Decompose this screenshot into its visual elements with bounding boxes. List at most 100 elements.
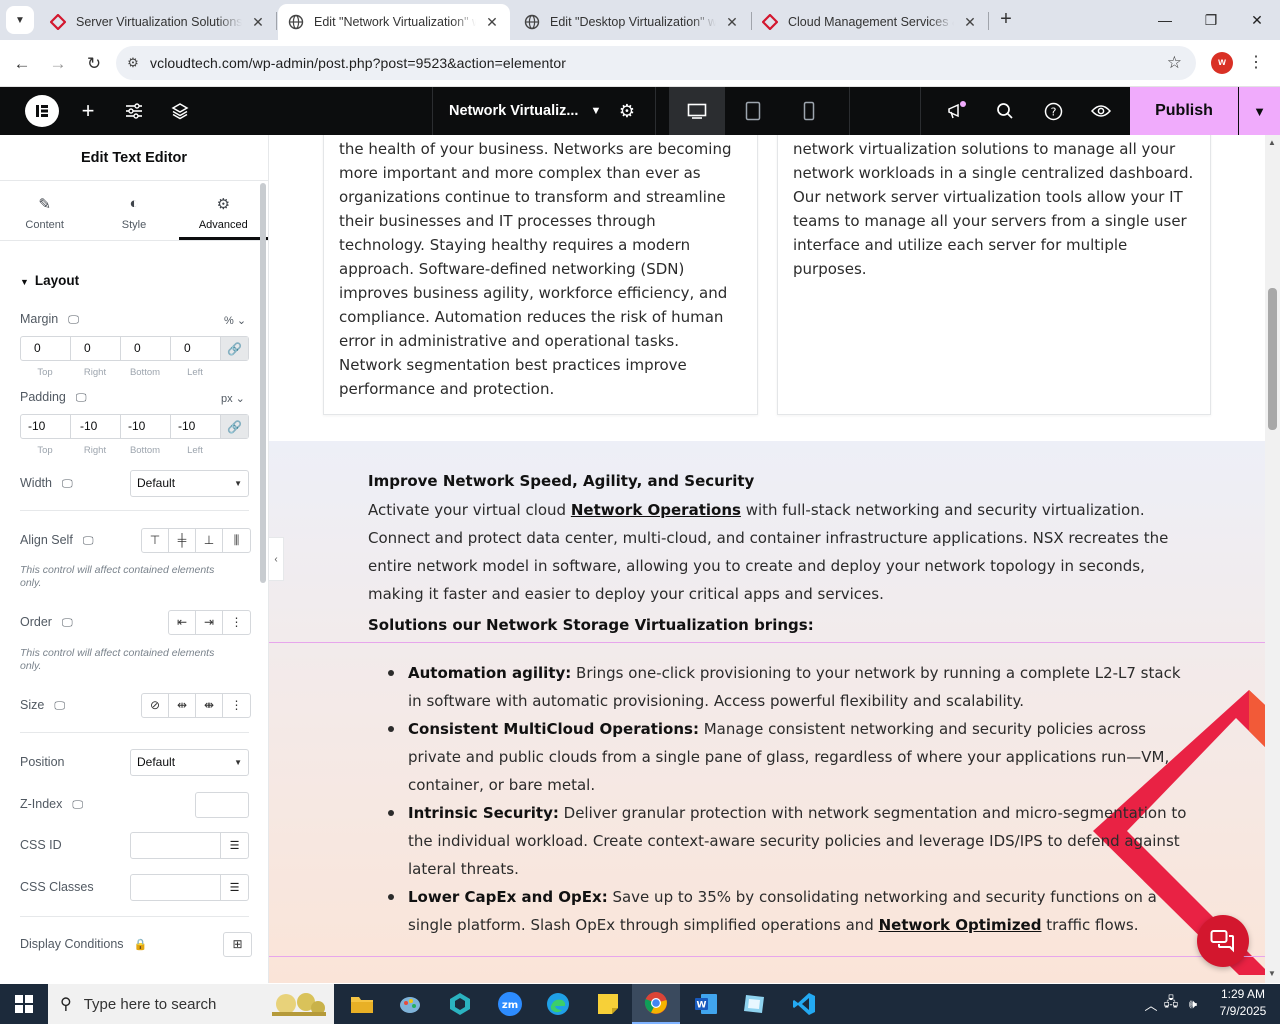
sticky-notes-icon[interactable] bbox=[584, 984, 632, 1024]
css-id-input[interactable]: ☰ bbox=[130, 832, 249, 859]
dynamic-tags-icon[interactable]: ☰ bbox=[221, 833, 248, 858]
address-bar[interactable]: ⚙ vcloudtech.com/wp-admin/post.php?post=… bbox=[116, 46, 1196, 80]
site-settings-sliders-icon[interactable] bbox=[122, 99, 146, 123]
padding-right-input[interactable]: -10 bbox=[71, 415, 121, 438]
network-optimized-link[interactable]: Network Optimized bbox=[879, 916, 1042, 934]
elementor-logo-icon[interactable] bbox=[25, 95, 59, 127]
minimize-button[interactable]: — bbox=[1142, 0, 1188, 40]
section-intro[interactable]: Improve Network Speed, Agility, and Secu… bbox=[368, 466, 1188, 642]
width-select[interactable]: Default ▼ bbox=[130, 470, 249, 497]
tablet-view-icon[interactable] bbox=[725, 87, 781, 135]
help-icon[interactable]: ? bbox=[1041, 99, 1065, 123]
display-conditions-button[interactable]: ⊞ bbox=[223, 932, 252, 957]
link-values-icon[interactable]: 🔗 bbox=[221, 415, 248, 438]
close-icon[interactable]: ✕ bbox=[962, 14, 978, 31]
align-center-icon[interactable]: ╪ bbox=[169, 529, 196, 552]
desktop-icon[interactable]: 🖵 bbox=[83, 535, 94, 548]
forward-button[interactable]: → bbox=[44, 50, 72, 78]
new-tab-button[interactable]: + bbox=[994, 8, 1018, 32]
layout-section-toggle[interactable]: ▼ Layout bbox=[20, 273, 79, 288]
css-classes-input[interactable]: ☰ bbox=[130, 874, 249, 901]
desktop-view-icon[interactable] bbox=[669, 87, 725, 135]
network-icon[interactable]: 🖧 bbox=[1160, 993, 1182, 1015]
mobile-view-icon[interactable] bbox=[781, 87, 837, 135]
left-card[interactable]: the health of your business. Networks ar… bbox=[323, 135, 758, 415]
scrollbar-thumb[interactable] bbox=[1268, 288, 1277, 430]
close-icon[interactable]: ✕ bbox=[724, 14, 740, 31]
z-index-input[interactable] bbox=[195, 792, 249, 818]
tab-advanced[interactable]: ⚙ Advanced bbox=[178, 181, 268, 240]
dynamic-tags-icon[interactable]: ☰ bbox=[221, 875, 248, 900]
preview-eye-icon[interactable] bbox=[1089, 99, 1113, 123]
tab-search-button[interactable]: ▼ bbox=[6, 6, 34, 34]
padding-unit-select[interactable]: px ⌄ bbox=[221, 392, 245, 405]
padding-top-input[interactable]: -10 bbox=[21, 415, 71, 438]
link-values-icon[interactable]: 🔗 bbox=[221, 337, 248, 360]
publish-options-button[interactable]: ▼ bbox=[1239, 87, 1280, 135]
right-card[interactable]: network virtualization solutions to mana… bbox=[777, 135, 1211, 415]
canvas-scrollbar[interactable]: ▲ ▼ bbox=[1265, 135, 1280, 983]
margin-unit-select[interactable]: % ⌄ bbox=[224, 314, 246, 327]
desktop-icon[interactable]: 🖵 bbox=[76, 392, 87, 405]
margin-right-input[interactable]: 0 bbox=[71, 337, 121, 360]
browser-tab-4[interactable]: Cloud Management Services & ✕ bbox=[752, 4, 988, 40]
file-explorer-icon[interactable] bbox=[338, 984, 386, 1024]
more-options-icon[interactable]: ⋮ bbox=[223, 611, 250, 634]
padding-left-input[interactable]: -10 bbox=[171, 415, 221, 438]
vscode-app-icon[interactable] bbox=[780, 984, 828, 1024]
margin-bottom-input[interactable]: 0 bbox=[121, 337, 171, 360]
network-operations-link[interactable]: Network Operations bbox=[571, 501, 741, 519]
position-select[interactable]: Default ▼ bbox=[130, 749, 249, 776]
tab-style[interactable]: ◐ Style bbox=[89, 181, 178, 240]
size-grow-icon[interactable]: ⇹ bbox=[169, 694, 196, 717]
desktop-icon[interactable]: 🖵 bbox=[54, 700, 65, 713]
browser-tab-2[interactable]: Edit "Network Virtualization" wi ✕ bbox=[278, 4, 510, 40]
word-app-icon[interactable]: W bbox=[682, 984, 730, 1024]
site-settings-icon[interactable]: ⚙ bbox=[116, 55, 150, 71]
padding-bottom-input[interactable]: -10 bbox=[121, 415, 171, 438]
margin-top-input[interactable]: 0 bbox=[21, 337, 71, 360]
notifications-megaphone-icon[interactable] bbox=[945, 99, 969, 123]
size-shrink-icon[interactable]: ⇼ bbox=[196, 694, 223, 717]
show-hidden-icons-chevron-icon[interactable]: ︿ bbox=[1142, 995, 1160, 1014]
reload-button[interactable]: ↻ bbox=[80, 50, 108, 78]
browser-tab-3[interactable]: Edit "Desktop Virtualization" wit ✕ bbox=[514, 4, 750, 40]
align-start-icon[interactable]: ⊤ bbox=[142, 529, 169, 552]
chrome-browser-icon[interactable] bbox=[632, 984, 680, 1024]
align-stretch-icon[interactable]: ⫼ bbox=[223, 529, 250, 552]
close-icon[interactable]: ✕ bbox=[250, 14, 266, 31]
paint-app-icon[interactable] bbox=[386, 984, 434, 1024]
app-diamond-icon[interactable] bbox=[436, 984, 484, 1024]
profile-avatar[interactable]: w bbox=[1211, 52, 1233, 74]
more-options-icon[interactable]: ⋮ bbox=[223, 694, 250, 717]
chat-widget-button[interactable] bbox=[1197, 915, 1249, 967]
order-last-icon[interactable]: ⇥ bbox=[196, 611, 223, 634]
zoom-app-icon[interactable]: zm bbox=[486, 984, 534, 1024]
collapse-panel-button[interactable]: ‹ bbox=[269, 537, 284, 581]
desktop-icon[interactable]: 🖵 bbox=[62, 478, 73, 491]
page-settings-gear-icon[interactable]: ⚙ bbox=[615, 99, 639, 123]
restore-button[interactable]: ❐ bbox=[1188, 0, 1234, 40]
layers-icon[interactable] bbox=[168, 99, 192, 123]
taskbar-search-box[interactable]: ⚲ Type here to search bbox=[48, 984, 334, 1024]
browser-menu-icon[interactable]: ⋮ bbox=[1248, 52, 1264, 72]
browser-tab-1[interactable]: Server Virtualization Solutions & ✕ bbox=[40, 4, 276, 40]
close-icon[interactable]: ✕ bbox=[484, 14, 500, 31]
search-icon[interactable] bbox=[993, 99, 1017, 123]
edge-browser-icon[interactable] bbox=[534, 984, 582, 1024]
bookmark-star-icon[interactable]: ☆ bbox=[1167, 53, 1182, 73]
windows-start-icon[interactable] bbox=[0, 984, 48, 1024]
back-button[interactable]: ← bbox=[8, 50, 36, 78]
volume-icon[interactable]: 🕪 bbox=[1182, 996, 1204, 1012]
size-none-icon[interactable]: ⊘ bbox=[142, 694, 169, 717]
window-close-button[interactable]: ✕ bbox=[1234, 0, 1280, 40]
tab-content[interactable]: ✎ Content bbox=[0, 181, 89, 240]
order-first-icon[interactable]: ⇤ bbox=[169, 611, 196, 634]
panel-scrollbar[interactable] bbox=[260, 183, 266, 583]
align-end-icon[interactable]: ⊥ bbox=[196, 529, 223, 552]
desktop-icon[interactable]: 🖵 bbox=[62, 617, 73, 630]
publish-button[interactable]: Publish bbox=[1130, 87, 1238, 135]
margin-left-input[interactable]: 0 bbox=[171, 337, 221, 360]
desktop-icon[interactable]: 🖵 bbox=[68, 314, 79, 327]
remote-desktop-icon[interactable] bbox=[730, 984, 778, 1024]
